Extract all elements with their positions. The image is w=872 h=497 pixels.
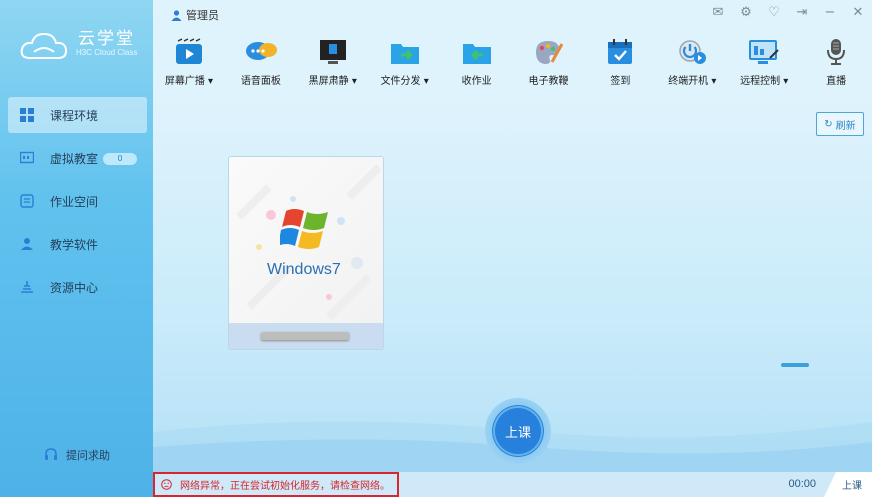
error-text: 网络异常，正在尝试初始化服务，请检查网络。 [180, 481, 390, 492]
remote-control-icon [749, 40, 779, 64]
sidebar-item-label: 虚拟教室 [50, 151, 99, 166]
start-class-label: 上课 [495, 408, 541, 454]
toolbar: 屏幕广播 ▾ 语音面板 黑屏肃静 ▾ 文件分发 ▾ 收作业 电子教鞭 签到 终端… [153, 28, 872, 96]
black-screen-icon [319, 40, 346, 64]
tool-label: 签到 [610, 76, 631, 87]
tool-label: 终端开机 ▾ [668, 76, 717, 87]
e-pointer-icon [536, 41, 564, 64]
count-badge: 0 [103, 153, 137, 165]
sign-in-icon [608, 39, 633, 64]
resource-icon [21, 281, 33, 293]
software-icon [21, 238, 33, 250]
sidebar-item-course-env[interactable]: 课程环境 [8, 97, 147, 133]
windows-grid-icon [20, 108, 34, 122]
collect-homework-icon [462, 44, 491, 64]
headset-icon [45, 448, 57, 460]
vm-name: Windows7 [267, 261, 341, 278]
logout-icon[interactable]: ⇥ [794, 4, 810, 20]
class-timer: 00:00 [788, 478, 816, 490]
tool-label: 直播 [826, 76, 847, 87]
voice-panel-icon [245, 42, 277, 60]
user-icon [171, 9, 182, 21]
tool-live[interactable]: 直播 [800, 28, 872, 96]
network-error-message: 网络异常，正在尝试初始化服务，请检查网络。 [153, 472, 399, 497]
tool-terminal-power[interactable]: 终端开机 ▾ [656, 28, 728, 96]
classroom-icon [20, 151, 34, 164]
tool-e-pointer[interactable]: 电子教鞭 [513, 28, 585, 96]
refresh-button[interactable]: ↻ 刷新 [816, 112, 864, 136]
tool-file-distribute[interactable]: 文件分发 ▾ [369, 28, 441, 96]
refresh-icon: ↻ [824, 118, 833, 130]
sidebar-item-label: 课程环境 [50, 108, 99, 123]
page-indicator[interactable] [781, 363, 809, 367]
help-label: 提问求助 [66, 449, 110, 462]
main-content: ↻ 刷新 Windows7 上课 [153, 96, 872, 472]
terminal-power-icon [679, 40, 707, 64]
tool-label: 电子教鞭 [528, 76, 569, 87]
tool-remote-control[interactable]: 远程控制 ▾ [728, 28, 800, 96]
sidebar-nav: 课程环境 虚拟教室 0 作业空间 教学软件 资源中心 [8, 97, 147, 312]
sidebar-item-software[interactable]: 教学软件 [8, 226, 147, 262]
tool-black-screen[interactable]: 黑屏肃静 ▾ [297, 28, 369, 96]
start-class-button[interactable]: 上课 [485, 398, 551, 464]
live-icon [827, 39, 846, 65]
settings-icon[interactable]: ⚙ [738, 4, 754, 20]
tool-label: 黑屏肃静 ▾ [308, 76, 357, 87]
help-button[interactable]: 提问求助 [44, 447, 110, 463]
sidebar: 云学堂 H3C Cloud Class 课程环境 虚拟教室 0 作业空间 教学软… [0, 0, 153, 497]
sidebar-item-label: 作业空间 [50, 194, 99, 209]
tool-screen-broadcast[interactable]: 屏幕广播 ▾ [153, 28, 225, 96]
tool-label: 收作业 [461, 76, 492, 87]
app-logo: 云学堂 H3C Cloud Class [20, 24, 140, 68]
cloud-logo-icon [20, 32, 68, 59]
tool-collect-homework[interactable]: 收作业 [441, 28, 513, 96]
sidebar-item-homework[interactable]: 作业空间 [8, 183, 147, 219]
windows-logo-icon [280, 209, 328, 249]
skin-icon[interactable]: ♡ [766, 4, 782, 20]
app-subtitle: H3C Cloud Class [76, 48, 138, 57]
sidebar-item-label: 教学软件 [50, 237, 99, 252]
tool-label: 文件分发 ▾ [380, 76, 429, 87]
tool-label: 语音面板 [240, 76, 281, 87]
status-bar: 网络异常，正在尝试初始化服务，请检查网络。 00:00 上课 [153, 472, 872, 497]
tool-label: 屏幕广播 ▾ [164, 76, 214, 87]
vm-card[interactable]: Windows7 [228, 156, 384, 350]
window-controls: ✉ ⚙ ♡ ⇥ − ✕ [710, 4, 866, 20]
user-name: 管理员 [186, 9, 219, 22]
screen-broadcast-icon [175, 38, 202, 64]
homework-icon [20, 194, 34, 208]
user-info[interactable]: 管理员 [171, 7, 219, 23]
mail-icon[interactable]: ✉ [710, 4, 726, 20]
class-status-tab[interactable]: 上课 [824, 472, 872, 497]
close-icon[interactable]: ✕ [850, 4, 866, 20]
refresh-label: 刷新 [835, 120, 856, 132]
tool-sign-in[interactable]: 签到 [584, 28, 656, 96]
sidebar-item-virtual-classroom[interactable]: 虚拟教室 0 [8, 140, 147, 176]
sad-face-icon [161, 479, 172, 490]
vm-thumbnail: Windows7 [229, 157, 383, 323]
sidebar-item-label: 资源中心 [50, 280, 99, 295]
app-title: 云学堂 [78, 29, 135, 49]
sidebar-item-resources[interactable]: 资源中心 [8, 269, 147, 305]
file-distribute-icon [390, 44, 419, 64]
tool-label: 远程控制 ▾ [740, 76, 789, 87]
tool-voice-panel[interactable]: 语音面板 [225, 28, 297, 96]
vm-progress-bar [261, 332, 349, 340]
titlebar: 管理员 ✉ ⚙ ♡ ⇥ − ✕ [153, 0, 872, 28]
minimize-icon[interactable]: − [822, 4, 838, 20]
vm-footer [229, 323, 383, 349]
